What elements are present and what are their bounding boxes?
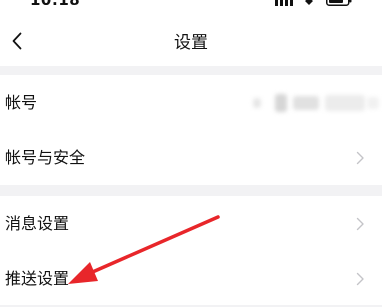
chevron-right-icon: [356, 272, 364, 286]
chevron-left-icon: [12, 32, 22, 50]
account-label: 帐号: [5, 93, 38, 112]
account-security-row[interactable]: 帐号与安全: [0, 130, 382, 185]
settings-group-notifications: 消息设置 推送设置: [0, 196, 382, 305]
battery-icon: [326, 0, 352, 6]
account-value-redacted: [247, 90, 380, 116]
message-settings-row[interactable]: 消息设置: [0, 196, 382, 251]
push-settings-row[interactable]: 推送设置: [0, 251, 382, 306]
nav-bar: 设置: [0, 16, 382, 66]
account-security-label: 帐号与安全: [5, 148, 86, 167]
chevron-right-icon: [356, 151, 364, 165]
page-title: 设置: [174, 33, 208, 53]
account-row[interactable]: 帐号: [0, 75, 382, 130]
status-time: 10:18: [30, 0, 81, 9]
back-button[interactable]: [0, 16, 34, 66]
settings-group-account: 帐号 帐号与安全: [0, 75, 382, 185]
chevron-right-icon: [356, 217, 364, 231]
signal-icon: [275, 0, 293, 6]
message-settings-label: 消息设置: [5, 214, 70, 233]
push-settings-label: 推送设置: [5, 269, 70, 288]
wifi-icon: [305, 0, 313, 5]
status-bar: 10:18: [0, 0, 382, 16]
